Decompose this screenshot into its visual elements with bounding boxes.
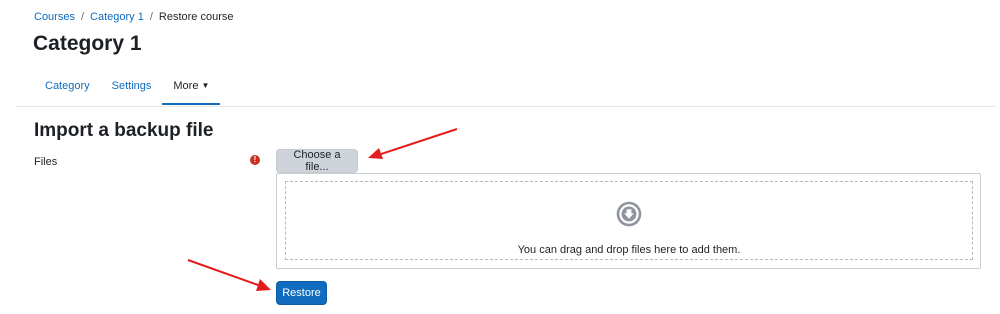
dropzone-text: You can drag and drop files here to add … bbox=[517, 244, 741, 256]
breadcrumb-link-courses[interactable]: Courses bbox=[34, 11, 75, 23]
file-picker: You can drag and drop files here to add … bbox=[276, 173, 981, 269]
annotation-arrow-restore bbox=[187, 259, 271, 291]
breadcrumb-current: Restore course bbox=[158, 11, 234, 23]
breadcrumb-link-category[interactable]: Category 1 bbox=[90, 11, 144, 23]
secondary-navigation: Category Settings More ▼ bbox=[34, 70, 221, 105]
arrow-circle-down-icon bbox=[616, 201, 642, 227]
tab-label: More bbox=[173, 80, 199, 92]
section-title: Import a backup file bbox=[34, 120, 214, 141]
tab-settings[interactable]: Settings bbox=[101, 70, 163, 105]
breadcrumb: Courses / Category 1 / Restore course bbox=[34, 11, 234, 23]
page-title: Category 1 bbox=[33, 32, 142, 55]
required-icon: ! bbox=[250, 155, 260, 165]
breadcrumb-separator: / bbox=[149, 11, 153, 23]
breadcrumb-separator: / bbox=[80, 11, 85, 23]
chevron-down-icon: ▼ bbox=[201, 81, 210, 90]
dropzone[interactable]: You can drag and drop files here to add … bbox=[285, 181, 973, 260]
choose-file-button[interactable]: Choose a file... bbox=[276, 149, 358, 173]
tab-more[interactable]: More ▼ bbox=[162, 70, 221, 105]
tab-category[interactable]: Category bbox=[34, 70, 101, 105]
files-label: Files bbox=[34, 156, 58, 168]
restore-button[interactable]: Restore bbox=[276, 281, 327, 305]
tabs-divider bbox=[16, 106, 996, 107]
tab-label: Category bbox=[45, 80, 90, 92]
tab-label: Settings bbox=[111, 80, 152, 92]
annotation-arrow-choose-file bbox=[368, 128, 458, 159]
